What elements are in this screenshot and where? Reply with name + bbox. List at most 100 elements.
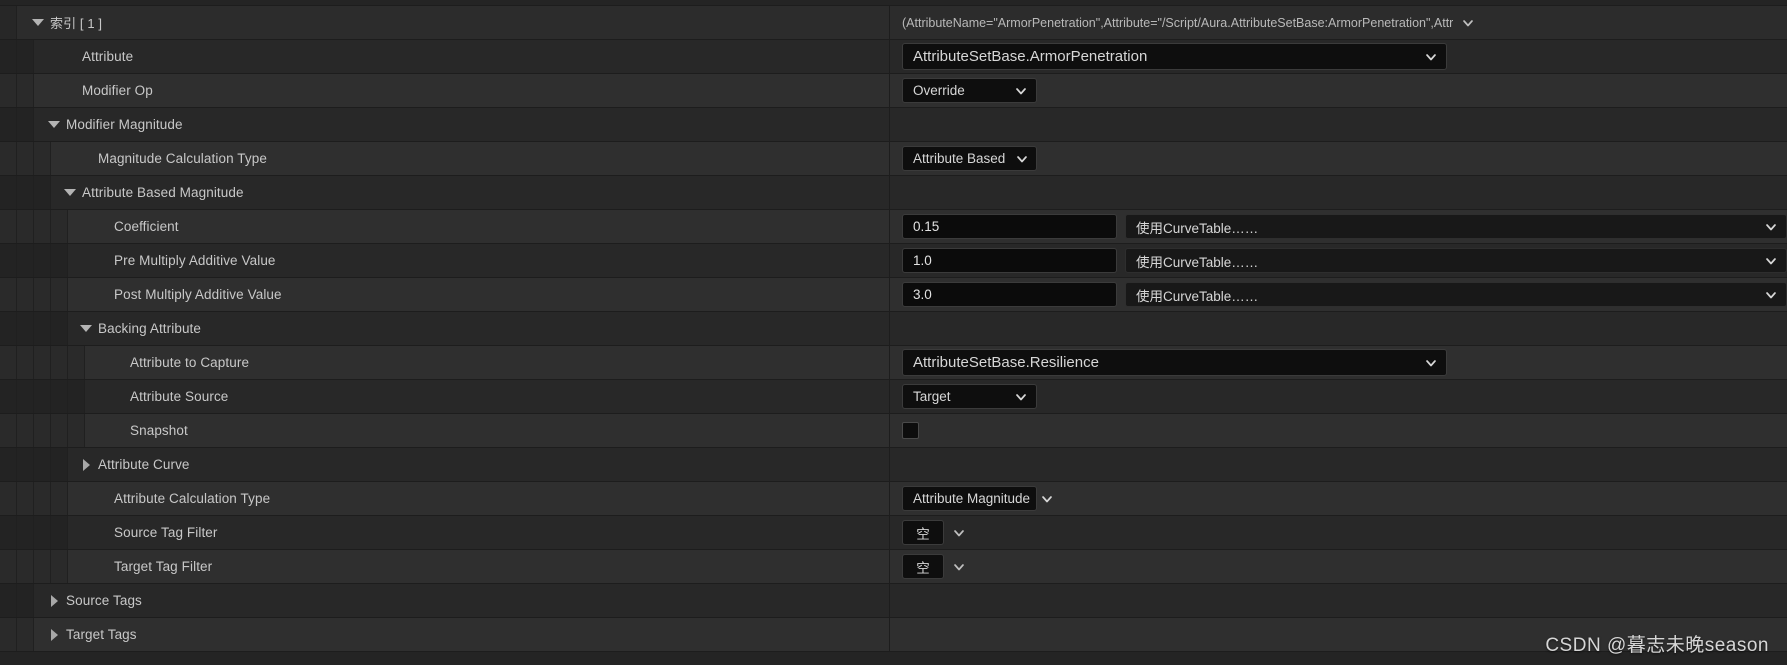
property-row[interactable]: Coefficient 0.15 使用CurveTable……: [0, 210, 1787, 244]
details-panel: 索引 [ 1 ] (AttributeName="ArmorPenetration…: [0, 0, 1787, 665]
chevron-down-icon: [1764, 288, 1778, 302]
number-input-value: 0.15: [913, 219, 940, 234]
property-value-cell: [890, 584, 1787, 617]
property-value-cell: 3.0 使用CurveTable……: [890, 278, 1787, 311]
chevron-down-icon: [1040, 492, 1054, 506]
property-name-cell: Target Tag Filter: [0, 550, 890, 583]
property-value-cell: Override: [890, 74, 1787, 107]
property-label: Attribute Based Magnitude: [82, 185, 244, 200]
property-label: Backing Attribute: [98, 321, 202, 336]
snapshot-checkbox[interactable]: [902, 422, 919, 439]
property-label: Pre Multiply Additive Value: [114, 253, 276, 268]
property-label: Snapshot: [130, 423, 188, 438]
spacer-icon: [94, 253, 110, 269]
property-label: Magnitude Calculation Type: [98, 151, 267, 166]
property-value-cell: Target: [890, 380, 1787, 413]
property-value-cell: (AttributeName="ArmorPenetration",Attrib…: [890, 6, 1787, 39]
property-value-cell: 空: [890, 550, 1787, 583]
number-input[interactable]: 1.0: [902, 248, 1117, 273]
property-name-cell: Attribute Source: [0, 380, 890, 413]
property-name-cell: Target Tags: [0, 618, 890, 651]
property-row[interactable]: Attribute AttributeSetBase.ArmorPenetrati…: [0, 40, 1787, 74]
attribute-combo[interactable]: AttributeSetBase.ArmorPenetration: [902, 43, 1447, 70]
spacer-icon: [62, 49, 78, 65]
property-row[interactable]: Attribute to Capture AttributeSetBase.Res…: [0, 346, 1787, 380]
triangle-right-icon[interactable]: [46, 627, 62, 643]
property-value-cell: [890, 414, 1787, 447]
chevron-down-icon[interactable]: [952, 526, 966, 540]
triangle-right-icon[interactable]: [46, 593, 62, 609]
property-row[interactable]: Target Tag Filter 空: [0, 550, 1787, 584]
property-row[interactable]: Post Multiply Additive Value 3.0 使用CurveTa…: [0, 278, 1787, 312]
property-row[interactable]: Source Tag Filter 空: [0, 516, 1787, 550]
property-name-cell: Attribute to Capture: [0, 346, 890, 379]
tag-filter-button[interactable]: 空: [902, 520, 944, 545]
property-name-cell: Modifier Magnitude: [0, 108, 890, 141]
property-name-cell: Attribute Based Magnitude: [0, 176, 890, 209]
curve-table-combo[interactable]: 使用CurveTable……: [1125, 214, 1787, 239]
enum-combo[interactable]: Attribute Magnitude: [902, 486, 1052, 511]
enum-combo-value: Override: [913, 83, 965, 98]
property-value-cell: [890, 618, 1787, 651]
property-row[interactable]: Magnitude Calculation Type Attribute Base…: [0, 142, 1787, 176]
curve-table-combo[interactable]: 使用CurveTable……: [1125, 282, 1787, 307]
property-row[interactable]: Backing Attribute: [0, 312, 1787, 346]
triangle-down-icon[interactable]: [46, 117, 62, 133]
curve-table-value: 使用CurveTable……: [1136, 220, 1259, 236]
property-value-cell: AttributeSetBase.Resilience: [890, 346, 1787, 379]
property-row[interactable]: Attribute Curve: [0, 448, 1787, 482]
tag-filter-button[interactable]: 空: [902, 554, 944, 579]
property-label: Target Tags: [66, 627, 137, 642]
property-label: 索引 [ 1 ]: [50, 16, 103, 31]
property-row[interactable]: Pre Multiply Additive Value 1.0 使用CurveTab…: [0, 244, 1787, 278]
number-input[interactable]: 0.15: [902, 214, 1117, 239]
attribute-combo-value: AttributeSetBase.Resilience: [913, 354, 1099, 371]
curve-table-combo[interactable]: 使用CurveTable……: [1125, 248, 1787, 273]
chevron-down-icon: [1764, 220, 1778, 234]
chevron-down-icon: [1424, 356, 1438, 370]
property-name-cell: Snapshot: [0, 414, 890, 447]
chevron-down-icon[interactable]: [1461, 16, 1475, 30]
property-label: Attribute to Capture: [130, 355, 250, 370]
property-label: Attribute Curve: [98, 457, 190, 472]
property-value-cell: 空: [890, 516, 1787, 549]
spacer-icon: [110, 423, 126, 439]
property-value-cell: [890, 108, 1787, 141]
attribute-combo[interactable]: AttributeSetBase.Resilience: [902, 349, 1447, 376]
spacer-icon: [110, 389, 126, 405]
property-value-cell: Attribute Magnitude: [890, 482, 1787, 515]
property-row[interactable]: Modifier Op Override: [0, 74, 1787, 108]
panel-bottom-fill: [0, 652, 1787, 665]
chevron-down-icon: [1424, 50, 1438, 64]
property-name-cell: Source Tags: [0, 584, 890, 617]
property-name-cell: Attribute Curve: [0, 448, 890, 481]
property-row[interactable]: Source Tags: [0, 584, 1787, 618]
chevron-down-icon[interactable]: [952, 560, 966, 574]
triangle-down-icon[interactable]: [62, 185, 78, 201]
number-input[interactable]: 3.0: [902, 282, 1117, 307]
property-row[interactable]: Attribute Based Magnitude: [0, 176, 1787, 210]
property-name-cell: Source Tag Filter: [0, 516, 890, 549]
spacer-icon: [94, 491, 110, 507]
enum-combo[interactable]: Target: [902, 384, 1037, 409]
triangle-right-icon[interactable]: [78, 457, 94, 473]
property-row[interactable]: Snapshot: [0, 414, 1787, 448]
chevron-down-icon: [1764, 254, 1778, 268]
enum-combo[interactable]: Override: [902, 78, 1037, 103]
spacer-icon: [94, 219, 110, 235]
chevron-down-icon: [1014, 390, 1028, 404]
property-row[interactable]: Attribute Source Target: [0, 380, 1787, 414]
property-name-cell: Backing Attribute: [0, 312, 890, 345]
property-row[interactable]: Target Tags: [0, 618, 1787, 652]
enum-combo[interactable]: Attribute Based: [902, 146, 1037, 171]
chevron-down-icon: [1015, 152, 1029, 166]
property-row[interactable]: Attribute Calculation Type Attribute Magn…: [0, 482, 1787, 516]
property-name-cell: 索引 [ 1 ]: [0, 6, 890, 39]
property-row[interactable]: Modifier Magnitude: [0, 108, 1787, 142]
property-row[interactable]: 索引 [ 1 ] (AttributeName="ArmorPenetration…: [0, 6, 1787, 40]
triangle-down-icon[interactable]: [78, 321, 94, 337]
enum-combo-value: Attribute Based: [913, 151, 1006, 166]
spacer-icon: [94, 525, 110, 541]
property-name-cell: Attribute Calculation Type: [0, 482, 890, 515]
triangle-down-icon[interactable]: [30, 15, 46, 31]
